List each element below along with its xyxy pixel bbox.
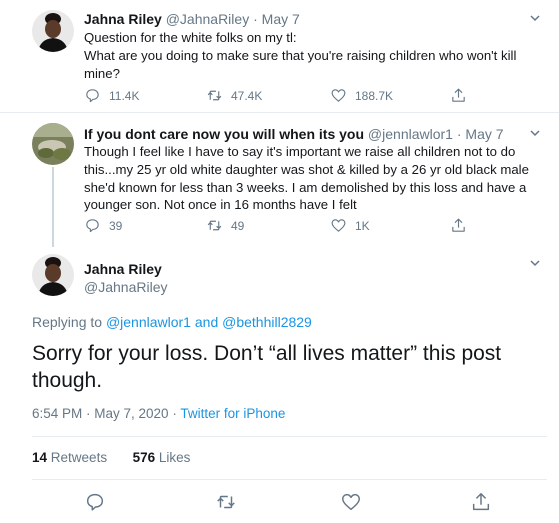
replying-to-line: Replying to @jennlawlor1 and @bethhill28… (32, 314, 312, 330)
divider (32, 479, 547, 480)
replying-to-link-bethhill[interactable]: @bethhill2829 (222, 314, 312, 330)
main-author-handle[interactable]: @JahnaRiley (84, 279, 167, 295)
tweet1-text: Question for the white folks on my tl: W… (84, 30, 517, 81)
tweet1-reply-count: 11.4K (109, 88, 140, 103)
reply-icon (86, 219, 99, 233)
avatar-jennlawlor[interactable] (32, 123, 74, 165)
retweet-icon (207, 90, 222, 101)
tweet2-reply-button[interactable]: 39 (84, 217, 122, 234)
tweet1-header: Jahna Riley @JahnaRiley · May 7 (84, 10, 300, 28)
avatar-jahna-riley[interactable] (32, 10, 74, 52)
divider (32, 436, 547, 437)
main-tweet-text: Sorry for your loss. Don’t “all lives ma… (32, 342, 502, 392)
tweet1-author-name[interactable]: Jahna Riley (84, 11, 162, 27)
reply-icon (86, 89, 99, 103)
replying-to-and: and (194, 314, 219, 330)
chevron-down-icon[interactable] (529, 12, 541, 24)
reply-icon (86, 493, 104, 511)
retweet-icon (217, 495, 235, 509)
tweet1-author-handle[interactable]: @JahnaRiley (166, 11, 249, 27)
main-retweet-button[interactable] (215, 491, 237, 513)
likes-label: Likes (158, 450, 191, 465)
chevron-down-icon[interactable] (529, 127, 541, 139)
main-like-button[interactable] (340, 491, 362, 513)
tweet2-author-handle[interactable]: @jennlawlor1 (368, 126, 453, 142)
retweets-count: 14 (32, 450, 48, 465)
like-icon (331, 219, 346, 232)
tweet1-separator: · (253, 11, 258, 27)
tweet1-like-button[interactable]: 188.7K (330, 87, 393, 104)
share-icon (452, 218, 465, 232)
tweet1-retweet-button[interactable]: 47.4K (206, 87, 262, 104)
share-icon (452, 88, 465, 102)
replying-to-link-jennlawlor[interactable]: @jennlawlor1 (106, 314, 191, 330)
thread-connector-line (52, 167, 54, 247)
tweet1-actions: 11.4K 47.4K 188.7K (84, 87, 484, 105)
tweet-jennlawlor-reply[interactable]: If you dont care now you will when its y… (0, 113, 559, 249)
retweets-label: Retweets (50, 450, 108, 465)
tweet-timestamp[interactable]: 6:54 PM · May 7, 2020 · (32, 406, 177, 421)
main-share-button[interactable] (470, 491, 492, 513)
retweet-icon (207, 220, 222, 231)
like-icon (342, 493, 360, 511)
tweet2-separator: · (456, 126, 462, 142)
replying-to-prefix: Replying to (32, 314, 103, 330)
tweet2-retweet-button[interactable]: 49 (206, 217, 244, 234)
main-tweet-actions (0, 491, 559, 515)
engagement-stats: 14 Retweets 576 Likes (32, 450, 190, 465)
tweet2-share-button[interactable] (450, 217, 475, 234)
tweet2-retweet-count: 49 (231, 218, 245, 233)
main-reply-button[interactable] (84, 491, 106, 513)
likes-count: 576 (132, 450, 156, 465)
tweet1-share-button[interactable] (450, 87, 475, 104)
retweets-stat[interactable]: 14 Retweets (32, 450, 111, 465)
tweet2-like-count: 1K (355, 218, 370, 233)
tweet2-reply-count: 39 (109, 218, 123, 233)
tweet1-like-count: 188.7K (355, 88, 394, 103)
tweet2-like-button[interactable]: 1K (330, 217, 370, 234)
tweet-source-link[interactable]: Twitter for iPhone (180, 406, 285, 421)
tweet2-text: Though I feel like I have to say it's im… (84, 144, 529, 213)
likes-stat[interactable]: 576 Likes (133, 450, 191, 465)
tweet1-retweet-count: 47.4K (231, 88, 263, 103)
like-icon (331, 89, 346, 102)
main-author-name[interactable]: Jahna Riley (84, 261, 162, 277)
tweet1-reply-button[interactable]: 11.4K (84, 87, 139, 104)
tweet2-header: If you dont care now you will when its y… (84, 125, 504, 143)
tweet2-actions: 39 49 1K (84, 217, 484, 235)
share-icon (472, 493, 490, 511)
avatar-jahna-riley-main[interactable] (32, 254, 74, 296)
tweet-meta: 6:54 PM · May 7, 2020 · Twitter for iPho… (32, 406, 285, 421)
tweet-jahna-riley-question[interactable]: Jahna Riley @JahnaRiley · May 7 Question… (0, 0, 559, 112)
chevron-down-icon[interactable] (529, 257, 541, 269)
tweet1-date[interactable]: May 7 (262, 11, 300, 27)
tweet2-author-name[interactable]: If you dont care now you will when its y… (84, 126, 364, 142)
tweet2-date[interactable]: May 7 (465, 126, 503, 142)
